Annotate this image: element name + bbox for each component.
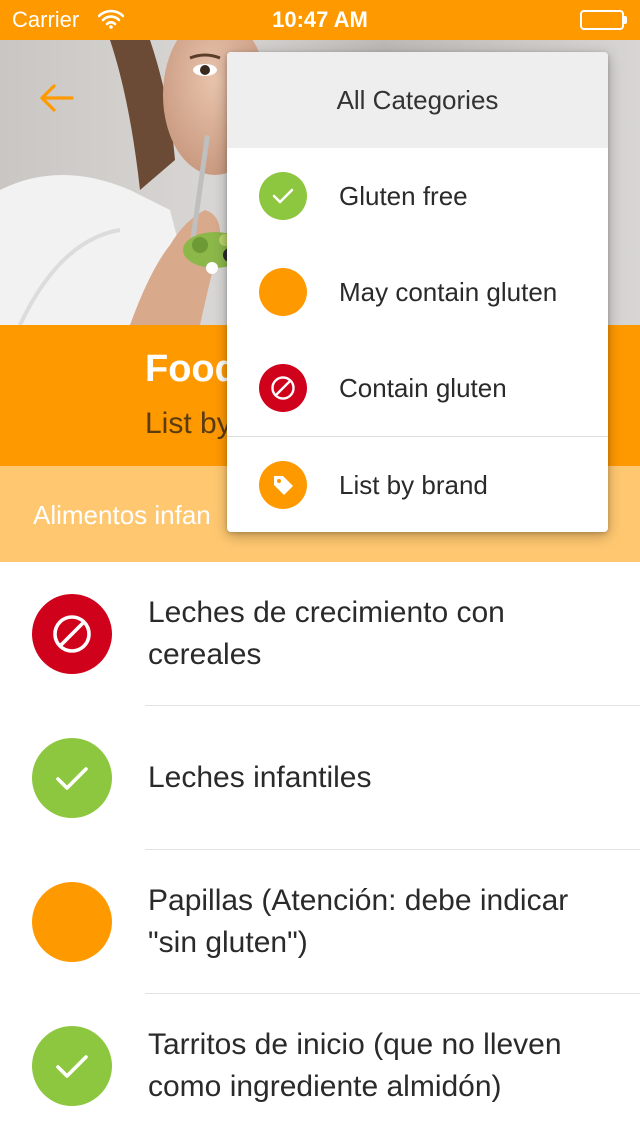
menu-item-list-by-brand[interactable]: List by brand [227, 437, 608, 532]
may-contain-gluten-icon [32, 882, 112, 962]
food-list-item[interactable]: Leches infantiles [0, 706, 640, 850]
food-item-label: Leches de crecimiento con cereales [148, 596, 505, 671]
arrow-left-icon [38, 83, 74, 118]
food-list-item[interactable]: Tarritos de inicio (que no lleven como i… [0, 994, 640, 1136]
battery-icon [580, 10, 628, 30]
menu-item-may-contain-gluten[interactable]: May contain gluten [227, 244, 608, 340]
food-item-label: Papillas (Atención: debe indicar "sin gl… [148, 884, 569, 959]
page-subtitle: List by [145, 407, 232, 440]
food-item-label: Tarritos de inicio (que no lleven como i… [148, 1028, 562, 1103]
contain-gluten-icon [32, 594, 112, 674]
category-name: Alimentos infan [33, 500, 211, 530]
tag-icon [259, 461, 307, 509]
menu-item-label: May contain gluten [339, 276, 558, 307]
food-list-item[interactable]: Papillas (Atención: debe indicar "sin gl… [0, 850, 640, 994]
menu-item-label: Contain gluten [339, 372, 507, 403]
check-icon [259, 172, 307, 220]
circle-icon [259, 268, 307, 316]
back-button[interactable] [26, 75, 86, 125]
page-title: Food [145, 348, 238, 390]
menu-item-gluten-free[interactable]: Gluten free [227, 148, 608, 244]
gluten-free-check-icon [32, 738, 112, 818]
gluten-free-check-icon [32, 1026, 112, 1106]
category-filter-menu: All Categories Gluten free May contain g… [227, 52, 608, 532]
food-list-item[interactable]: Leches de crecimiento con cereales [0, 562, 640, 706]
menu-item-label: List by brand [339, 469, 488, 500]
food-list: Leches de crecimiento con cereales Leche… [0, 562, 640, 1136]
menu-item-label: Gluten free [339, 180, 468, 211]
menu-item-contain-gluten[interactable]: Contain gluten [227, 340, 608, 436]
status-bar: Carrier 10:47 AM [0, 0, 640, 40]
menu-item-all-categories[interactable]: All Categories [227, 52, 608, 148]
prohibited-icon [259, 364, 307, 412]
clock: 10:47 AM [272, 7, 368, 32]
food-item-label: Leches infantiles [148, 761, 372, 794]
